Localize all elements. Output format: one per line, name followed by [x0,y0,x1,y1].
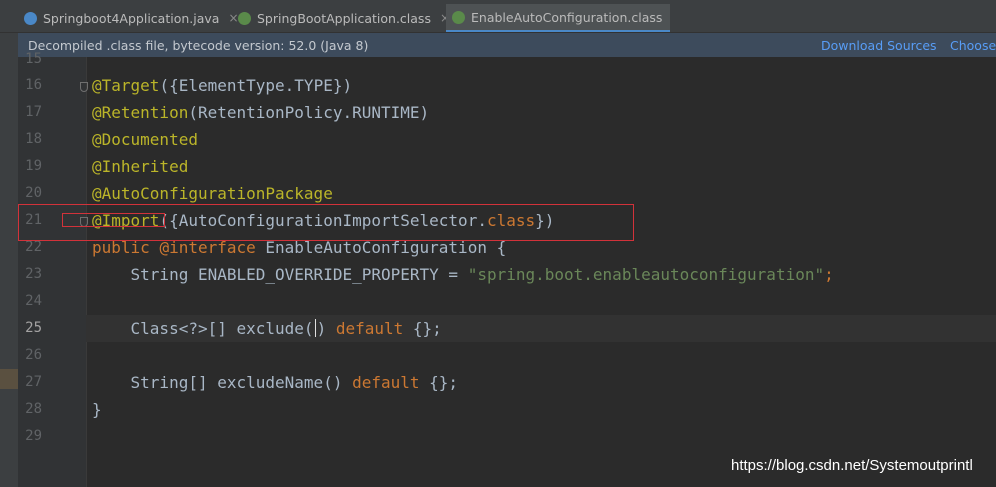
tab-springboot4application[interactable]: Springboot4Application.java × [24,4,239,32]
highlight-underline-mark [62,213,165,227]
keyword-token: default [335,319,404,338]
choose-sources-link[interactable]: Choose [950,38,996,53]
code-line-22[interactable]: public @interface EnableAutoConfiguratio… [92,238,506,258]
line-number: 22 [25,239,42,255]
decompiled-notice-banner: Decompiled .class file, bytecode version… [18,33,996,57]
code-token: String[] excludeName() [92,373,353,392]
tab-springbootapplication[interactable]: SpringBootApplication.class × [238,4,450,32]
close-icon[interactable]: × [228,11,238,25]
code-line-16[interactable]: @Target({ElementType.TYPE}) [92,76,352,96]
line-number: 20 [25,185,42,201]
code-token: {}; [403,319,442,338]
code-token: ({ElementType.TYPE}) [159,76,353,95]
text-caret [314,319,316,337]
keyword-token: default [352,373,420,392]
tab-label: SpringBootApplication.class [257,10,431,26]
line-number: 29 [25,428,42,444]
code-token: ) [316,319,336,338]
annotation-token: @Retention [92,103,189,122]
line-number: 15 [25,51,42,67]
code-line-23[interactable]: String ENABLED_OVERRIDE_PROPERTY = "spri… [92,265,834,285]
code-line-27[interactable]: String[] excludeName() default {}; [92,373,459,393]
line-number: 28 [25,401,42,417]
download-sources-link[interactable]: Download Sources [821,38,937,53]
line-number: 16 [25,77,42,93]
annotation-token: @Target [92,76,160,95]
tab-label: EnableAutoConfiguration.class [471,9,663,25]
annotation-class-icon [238,11,251,25]
code-token: String ENABLED_OVERRIDE_PROPERTY = [92,265,468,284]
line-number-current: 25 [25,320,42,336]
tab-enableautoconfiguration[interactable]: EnableAutoConfiguration.class [446,4,671,32]
line-number: 17 [25,104,42,120]
code-line-19[interactable]: @Inherited [92,157,188,177]
code-line-20[interactable]: @AutoConfigurationPackage [92,184,333,204]
decompiled-message: Decompiled .class file, bytecode version… [28,37,369,53]
line-number: 26 [25,347,42,363]
code-token: Class<?>[] exclude( [92,319,314,338]
editor-tab-bar: Springboot4Application.java × SpringBoot… [0,0,996,33]
line-number: 18 [25,131,42,147]
code-token: (RetentionPolicy.RUNTIME) [188,103,430,122]
gutter-bookmark-marker [0,369,18,389]
line-number-gutter[interactable]: 15 16 17 18 19 20 21 22 23 24 25 26 27 2… [18,51,88,487]
line-number: 24 [25,293,42,309]
line-number: 27 [25,374,42,390]
code-line-17[interactable]: @Retention(RetentionPolicy.RUNTIME) [92,103,429,123]
line-number: 23 [25,266,42,282]
fold-marker-icon[interactable] [80,82,88,92]
semicolon-token: ; [824,265,834,284]
left-tool-strip [0,0,18,487]
code-token: {}; [419,373,459,392]
java-class-icon [24,11,37,25]
code-line-28[interactable]: } [92,400,102,420]
annotation-class-icon [452,10,465,24]
line-number: 19 [25,158,42,174]
code-line-18[interactable]: @Documented [92,130,198,150]
tab-label: Springboot4Application.java [43,10,220,26]
watermark-text: https://blog.csdn.net/Systemoutprintl [731,457,973,474]
code-line-25[interactable]: Class<?>[] exclude() default {}; [92,319,442,339]
string-token: "spring.boot.enableautoconfiguration" [467,265,825,284]
